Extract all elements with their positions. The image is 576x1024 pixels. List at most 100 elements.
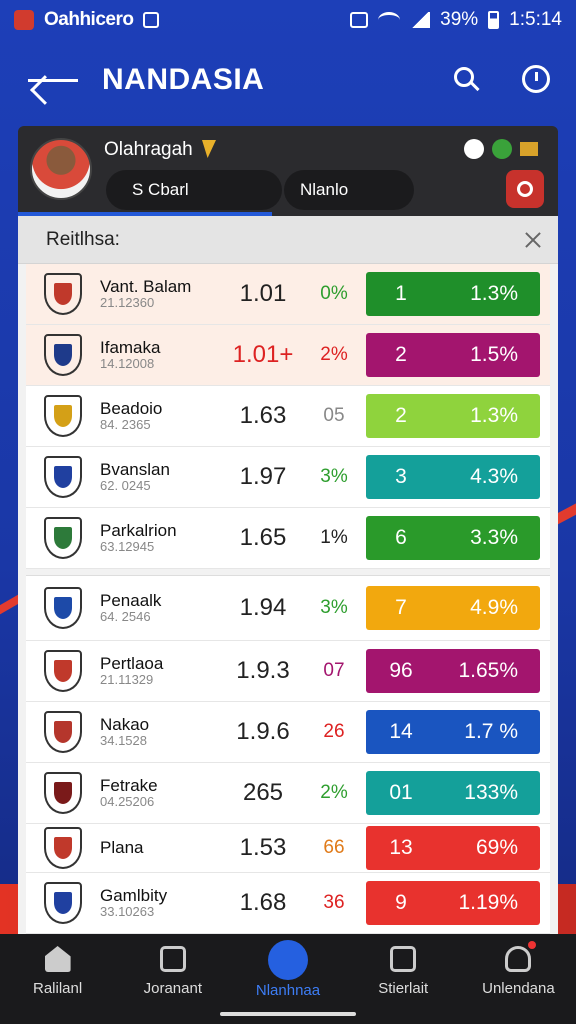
back-arrow-icon[interactable]: [22, 60, 82, 100]
nav-item-4[interactable]: Stierlait: [346, 934, 461, 1024]
rank-bar: 3 4.3%: [366, 455, 540, 499]
nav-label: Ralilanl: [33, 980, 83, 997]
odds-value: 1.65: [239, 524, 287, 551]
notification-icon: [143, 12, 160, 28]
team-info: Vant. Balam 21.12360: [100, 278, 218, 309]
rank-percent: 1.5%: [470, 343, 518, 366]
rank-percent: 1.65%: [458, 659, 518, 682]
table-row[interactable]: Ifamaka 14.12008 1.01+ 2% 2 1.5%: [26, 325, 550, 386]
status-app-name: Oahhicero: [44, 9, 134, 30]
team-crest-icon: [44, 395, 82, 437]
team-info: Beadoio 84. 2365: [100, 400, 218, 431]
row-group: Beadoio 84. 2365 1.63 05 2 1.3% Bvanslan 62. 02…: [26, 386, 550, 569]
change-percent: 3%: [320, 466, 348, 487]
team-info: Penaalk 64. 2546: [100, 592, 218, 623]
table-row[interactable]: Parkalrion 63.12945 1.65 1% 6 3.3%: [26, 508, 550, 569]
change-percent: 0%: [320, 283, 348, 304]
row-group: Penaalk 64. 2546 1.94 3% 7 4.9% Pertlaoa 21.113…: [26, 575, 550, 934]
page-title: NANDASIA: [102, 63, 265, 96]
team-code: 14.12008: [100, 356, 155, 372]
rank-number: 3: [395, 465, 407, 488]
rank-bar: 2 1.3%: [366, 394, 540, 438]
history-button[interactable]: [520, 63, 554, 97]
change-percent: 2%: [320, 344, 348, 365]
rank-number: 01: [389, 781, 413, 804]
status-bar: Oahhicero 39% 1:5:14: [0, 0, 576, 40]
rank-number: 2: [395, 343, 407, 366]
table-row[interactable]: Fetrake 04.25206 265 2% 01 133%: [26, 763, 550, 824]
team-info: Fetrake 04.25206: [100, 777, 218, 808]
search-icon: [454, 67, 474, 87]
odds-value: 1.94: [239, 594, 287, 621]
home-icon: [44, 946, 71, 972]
odds-list: Reitlhsa: Vant. Balam 21.12360 1.01 0% 1 1.3%…: [18, 216, 558, 936]
team-crest-icon: [44, 587, 82, 629]
change-percent: 26: [323, 721, 345, 742]
table-row[interactable]: Gamlbity 33.10263 1.68 36 9 1.19%: [26, 873, 550, 934]
nav-item-5[interactable]: Unlendana: [461, 934, 576, 1024]
table-row[interactable]: Nakao 34.1528 1.9.6 26 14 1.7 %: [26, 702, 550, 763]
nav-item-1[interactable]: Ralilanl: [0, 934, 115, 1024]
status-icon[interactable]: [492, 139, 512, 159]
team-code: 63.12945: [100, 539, 155, 555]
rank-bar: 13 69%: [366, 826, 540, 870]
rank-bar: 2 1.5%: [366, 333, 540, 377]
team-code: 62. 0245: [100, 478, 151, 494]
team-code: 34.1528: [100, 733, 147, 749]
avatar[interactable]: [30, 138, 92, 200]
nav-item-2[interactable]: Joranant: [115, 934, 230, 1024]
change-percent: 66: [323, 837, 345, 858]
section-header: Reitlhsa:: [18, 216, 558, 264]
close-icon[interactable]: [524, 231, 542, 249]
table-row[interactable]: Pertlaoa 21.11329 1.9.3 07 96 1.65%: [26, 641, 550, 702]
team-crest-icon: [44, 273, 82, 315]
table-row[interactable]: Plana 1.53 66 13 69%: [26, 824, 550, 873]
table-row[interactable]: Beadoio 84. 2365 1.63 05 2 1.3%: [26, 386, 550, 447]
rank-bar: 6 3.3%: [366, 516, 540, 560]
team-name: Parkalrion: [100, 521, 177, 541]
team-crest-icon: [44, 517, 82, 559]
team-code: 84. 2365: [100, 417, 151, 433]
change-percent: 1%: [320, 527, 348, 548]
team-info: Plana: [100, 839, 218, 857]
rank-bar: 96 1.65%: [366, 649, 540, 693]
tab-pill-1[interactable]: S Cbarl: [106, 170, 282, 210]
nav-label: Joranant: [143, 980, 202, 997]
nav-item-3[interactable]: Nlanhnaa: [230, 934, 345, 1024]
table-row[interactable]: Bvanslan 62. 0245 1.97 3% 3 4.3%: [26, 447, 550, 508]
table-row[interactable]: Vant. Balam 21.12360 1.01 0% 1 1.3%: [26, 264, 550, 325]
rank-percent: 1.3%: [470, 282, 518, 305]
rank-percent: 69%: [475, 836, 518, 859]
status-time: 1:5:14: [509, 9, 562, 30]
bottom-nav: Ralilanl Joranant Nlanhnaa Stierlait Unlenda…: [0, 934, 576, 1024]
rank-bar: 1 1.3%: [366, 272, 540, 316]
app-logo-icon: [14, 10, 34, 30]
team-name: Bvanslan: [100, 460, 170, 480]
rank-bar: 9 1.19%: [366, 881, 540, 925]
signal-icon: [410, 12, 431, 28]
odds-value: 1.97: [239, 463, 287, 490]
team-crest-icon: [44, 456, 82, 498]
nav-label: Nlanhnaa: [255, 982, 321, 999]
team-name: Gamlbity: [100, 886, 168, 906]
team-info: Nakao 34.1528: [100, 716, 218, 747]
team-code: 33.10263: [100, 904, 155, 920]
team-crest-icon: [44, 772, 82, 814]
stats-icon[interactable]: [520, 142, 538, 156]
table-row[interactable]: Penaalk 64. 2546 1.94 3% 7 4.9%: [26, 576, 550, 641]
team-code: 64. 2546: [100, 609, 151, 625]
tab-pill-2[interactable]: Nlanlo: [284, 170, 414, 210]
rank-percent: 133%: [464, 781, 518, 804]
clock-icon: [522, 65, 550, 93]
team-info: Gamlbity 33.10263: [100, 887, 218, 918]
rank-percent: 1.3%: [470, 404, 518, 427]
team-name: Penaalk: [100, 591, 162, 611]
odds-value: 1.9.3: [236, 657, 290, 684]
section-title: Reitlhsa:: [46, 228, 120, 250]
search-button[interactable]: [450, 63, 484, 97]
team-name: Ifamaka: [100, 338, 161, 358]
rank-percent: 4.9%: [470, 596, 518, 619]
settings-button[interactable]: [506, 170, 544, 208]
team-info: Bvanslan 62. 0245: [100, 461, 218, 492]
chat-icon[interactable]: [464, 139, 484, 159]
